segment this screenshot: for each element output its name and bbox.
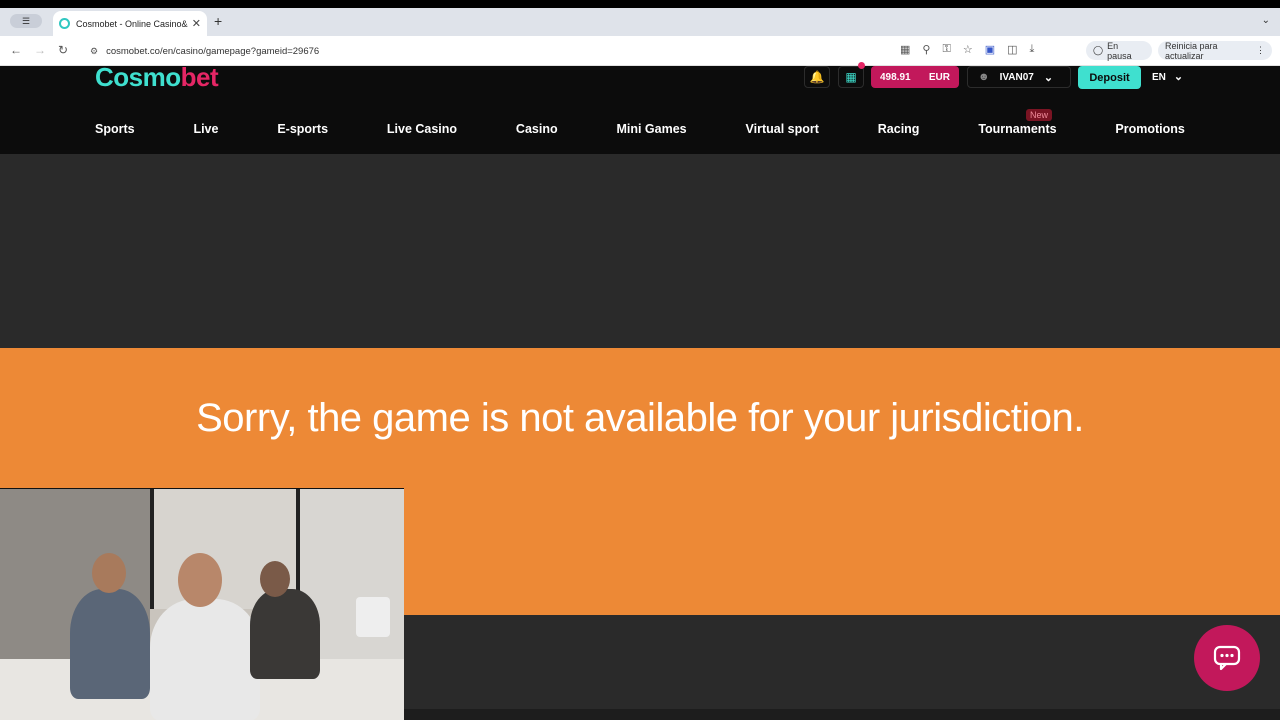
nav-item-live-casino[interactable]: Live Casino [387,122,457,136]
user-icon: ☻ [978,71,990,83]
update-browser-button[interactable]: Reinicia para actualizar ⋮ [1158,41,1272,61]
browser-tab-active[interactable]: Cosmobet - Online Casino&amp; ✕ [53,11,207,36]
address-bar[interactable]: ⚙ cosmobet.co/en/casino/gamepage?gameid=… [80,40,900,62]
chevron-down-icon: ⌄ [1173,71,1184,83]
profile-icon: ◯ [1093,45,1104,55]
cosmobet-logo[interactable]: Cosmobet [95,62,219,93]
back-arrow-icon[interactable]: ← [10,43,22,57]
screen-top-border [0,0,1280,8]
nav-item-live[interactable]: Live [193,122,218,136]
cam-person-left [70,589,150,699]
language-selector[interactable]: EN ⌄ [1152,70,1183,83]
notifications-bell-icon[interactable]: 🔔 [804,66,830,88]
nav-item-sports[interactable]: Sports [95,122,135,136]
gift-notification-dot [858,62,865,69]
extension-shield-icon[interactable]: ▣ [985,43,995,56]
cam-person-right [250,589,320,679]
browser-tab-bar: ☰ Cosmobet - Online Casino&amp; ✕ + ⌄ [0,8,1280,36]
cam-head-left [92,553,126,593]
password-key-icon[interactable]: ⚿ [942,43,950,56]
toolbar-icons: ▦ ⚲ ⚿ ☆ ▣ ◫ ⤓ [900,43,1034,56]
pause-sync-button[interactable]: ◯ En pausa [1086,41,1152,61]
gift-bonus-icon[interactable]: ▦ [838,66,864,88]
tab-list-chevron-icon[interactable]: ⌄ [1262,15,1270,26]
translate-icon[interactable]: ▦ [900,43,910,56]
cosmobet-favicon-icon [59,18,70,29]
game-frame-top [0,154,1280,348]
url-text: cosmobet.co/en/casino/gamepage?gameid=29… [106,45,320,57]
cam-head-center [178,553,222,607]
zoom-icon[interactable]: ⚲ [922,43,930,56]
balance-amount: 498.91 [880,71,911,83]
deposit-button[interactable]: Deposit [1078,66,1141,89]
balance-display[interactable]: 498.91 EUR [871,66,959,88]
site-header: Cosmobet 🔔 ▦ 498.91 EUR ☻ IVAN07 ⌄ Depos… [0,62,1280,154]
reload-icon[interactable]: ↻ [58,43,68,57]
nav-item-esports[interactable]: E-sports [277,122,328,136]
nav-item-virtual-sport[interactable]: Virtual sport [746,122,819,136]
forward-arrow-icon[interactable]: → [34,43,46,57]
cam-person-center [150,599,260,720]
nav-item-racing[interactable]: Racing [878,122,920,136]
nav-item-tournaments[interactable]: Tournaments [978,122,1056,136]
nav-item-casino[interactable]: Casino [516,122,558,136]
main-navigation: Sports Live E-sports Live Casino Casino … [95,120,1185,138]
tab-title: Cosmobet - Online Casino&amp; [76,18,188,29]
cam-head-right [260,561,290,597]
site-info-icon[interactable]: ⚙ [90,46,98,57]
username: IVAN07 [999,71,1034,83]
live-chat-button[interactable] [1194,625,1260,691]
close-tab-icon[interactable]: ✕ [192,17,201,30]
new-tab-plus-icon[interactable]: + [214,13,222,29]
bookmark-star-icon[interactable]: ☆ [963,43,973,56]
extensions-puzzle-icon[interactable]: ◫ [1007,43,1017,56]
tab-search-icon[interactable]: ☰ [10,14,42,28]
balance-currency: EUR [928,71,950,83]
chevron-down-icon: ⌄ [1043,71,1054,84]
chat-bubble-icon [1213,645,1241,671]
nav-item-mini-games[interactable]: Mini Games [616,122,686,136]
user-menu[interactable]: ☻ IVAN07 ⌄ [967,66,1071,88]
nav-item-promotions[interactable]: Promotions [1115,122,1184,136]
cam-speaker [356,597,390,637]
more-menu-icon: ⋮ [1256,45,1265,55]
download-icon[interactable]: ⤓ [1030,43,1035,56]
webcam-overlay [0,488,404,720]
jurisdiction-message: Sorry, the game is not available for you… [196,396,1084,440]
